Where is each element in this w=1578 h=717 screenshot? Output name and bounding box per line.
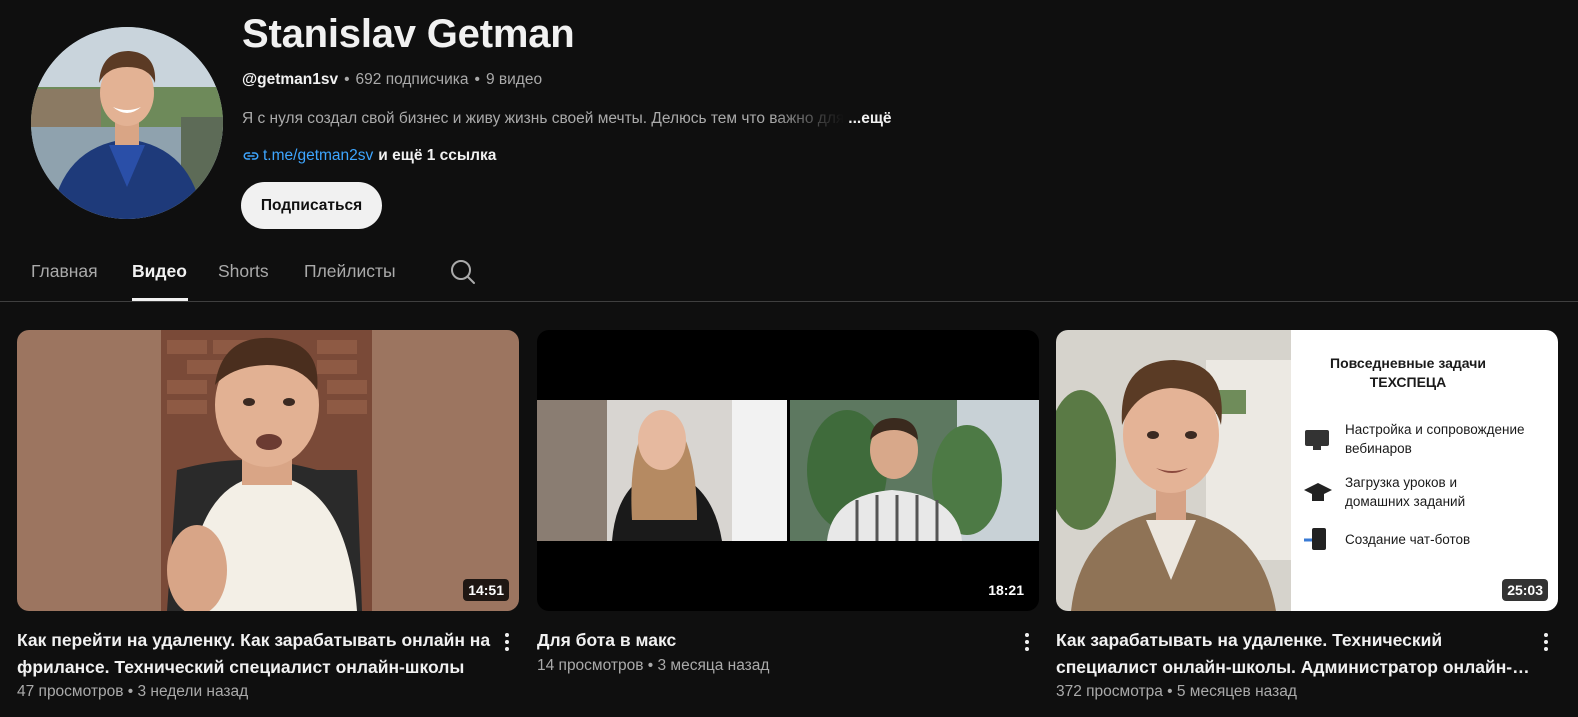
video-card[interactable]: 14:51 Как перейти на удаленку. Как зараб… bbox=[17, 330, 519, 700]
slide-heading: Повседневные задачи bbox=[1330, 355, 1486, 371]
active-tab-indicator bbox=[132, 298, 188, 301]
video-meta: 372 просмотра • 5 месяцев назад bbox=[1056, 683, 1297, 700]
tab-home[interactable]: Главная bbox=[31, 261, 98, 282]
channel-title: Stanislav Getman bbox=[242, 12, 575, 56]
channel-meta: @getman1sv • 692 подписчика • 9 видео bbox=[242, 71, 542, 89]
video-meta: 47 просмотров • 3 недели назад bbox=[17, 683, 249, 700]
video-title[interactable]: Как зарабатывать на удаленке. Технически… bbox=[1056, 627, 1532, 681]
video-card[interactable]: Повседневные задачи ТЕХСПЕЦА Настройка и… bbox=[1056, 330, 1558, 700]
description-more-button[interactable]: ...ещё bbox=[848, 110, 891, 127]
more-vert-icon[interactable] bbox=[1536, 630, 1556, 654]
video-thumbnail[interactable]: Повседневные задачи ТЕХСПЕЦА Настройка и… bbox=[1056, 330, 1558, 611]
channel-avatar[interactable] bbox=[31, 27, 223, 219]
video-thumbnail[interactable]: 14:51 bbox=[17, 330, 519, 611]
tab-videos[interactable]: Видео bbox=[132, 261, 187, 282]
search-icon[interactable] bbox=[449, 258, 477, 286]
video-views: 47 просмотров bbox=[17, 683, 124, 700]
more-vert-icon[interactable] bbox=[1017, 630, 1037, 654]
description-text: Я с нуля создал свой бизнес и живу жизнь… bbox=[242, 110, 845, 127]
video-age: 3 недели назад bbox=[137, 683, 249, 700]
video-duration: 18:21 bbox=[983, 579, 1029, 601]
video-title[interactable]: Для бота в макс bbox=[537, 627, 1013, 654]
channel-header: Stanislav Getman @getman1sv • 692 подписчи… bbox=[0, 0, 1578, 240]
more-vert-icon[interactable] bbox=[497, 630, 517, 654]
channel-links: t.me/getman2sv и ещё 1 ссылка bbox=[242, 147, 496, 165]
video-age: 5 месяцев назад bbox=[1176, 683, 1297, 700]
video-card[interactable]: 18:21 Для бота в макс 14 просмотров • 3 … bbox=[537, 330, 1039, 674]
video-count: 9 видео bbox=[485, 71, 543, 88]
separator-dot: • bbox=[344, 71, 350, 88]
slide-heading: ТЕХСПЕЦА bbox=[1370, 374, 1447, 390]
video-duration: 14:51 bbox=[463, 579, 509, 601]
more-links-button[interactable]: и ещё 1 ссылка bbox=[378, 147, 496, 165]
channel-handle: @getman1sv bbox=[242, 71, 339, 88]
link-icon bbox=[242, 147, 260, 165]
slide-item: вебинаров bbox=[1345, 441, 1412, 456]
video-views: 14 просмотров bbox=[537, 657, 644, 674]
tab-shorts[interactable]: Shorts bbox=[218, 261, 269, 282]
video-age: 3 месяца назад bbox=[657, 657, 770, 674]
slide-item: Настройка и сопровождение bbox=[1345, 422, 1525, 437]
subscriber-count: 692 подписчика bbox=[355, 71, 469, 88]
slide-item: домашних заданий bbox=[1345, 494, 1465, 509]
video-duration: 25:03 bbox=[1502, 579, 1548, 601]
video-meta: 14 просмотров • 3 месяца назад bbox=[537, 657, 770, 674]
video-title[interactable]: Как перейти на удаленку. Как зарабатыват… bbox=[17, 627, 493, 681]
channel-description[interactable]: Я с нуля создал свой бизнес и живу жизнь… bbox=[242, 110, 892, 128]
subscribe-button[interactable]: Подписаться bbox=[241, 182, 382, 229]
slide-item: Загрузка уроков и bbox=[1345, 475, 1457, 490]
channel-tabs: Главная Видео Shorts Плейлисты bbox=[0, 245, 1578, 302]
channel-link[interactable]: t.me/getman2sv bbox=[263, 147, 373, 165]
video-thumbnail[interactable]: 18:21 bbox=[537, 330, 1039, 611]
video-views: 372 просмотра bbox=[1056, 683, 1163, 700]
tab-playlists[interactable]: Плейлисты bbox=[304, 261, 396, 282]
slide-item: Создание чат-ботов bbox=[1345, 532, 1470, 547]
separator-dot: • bbox=[474, 71, 480, 88]
